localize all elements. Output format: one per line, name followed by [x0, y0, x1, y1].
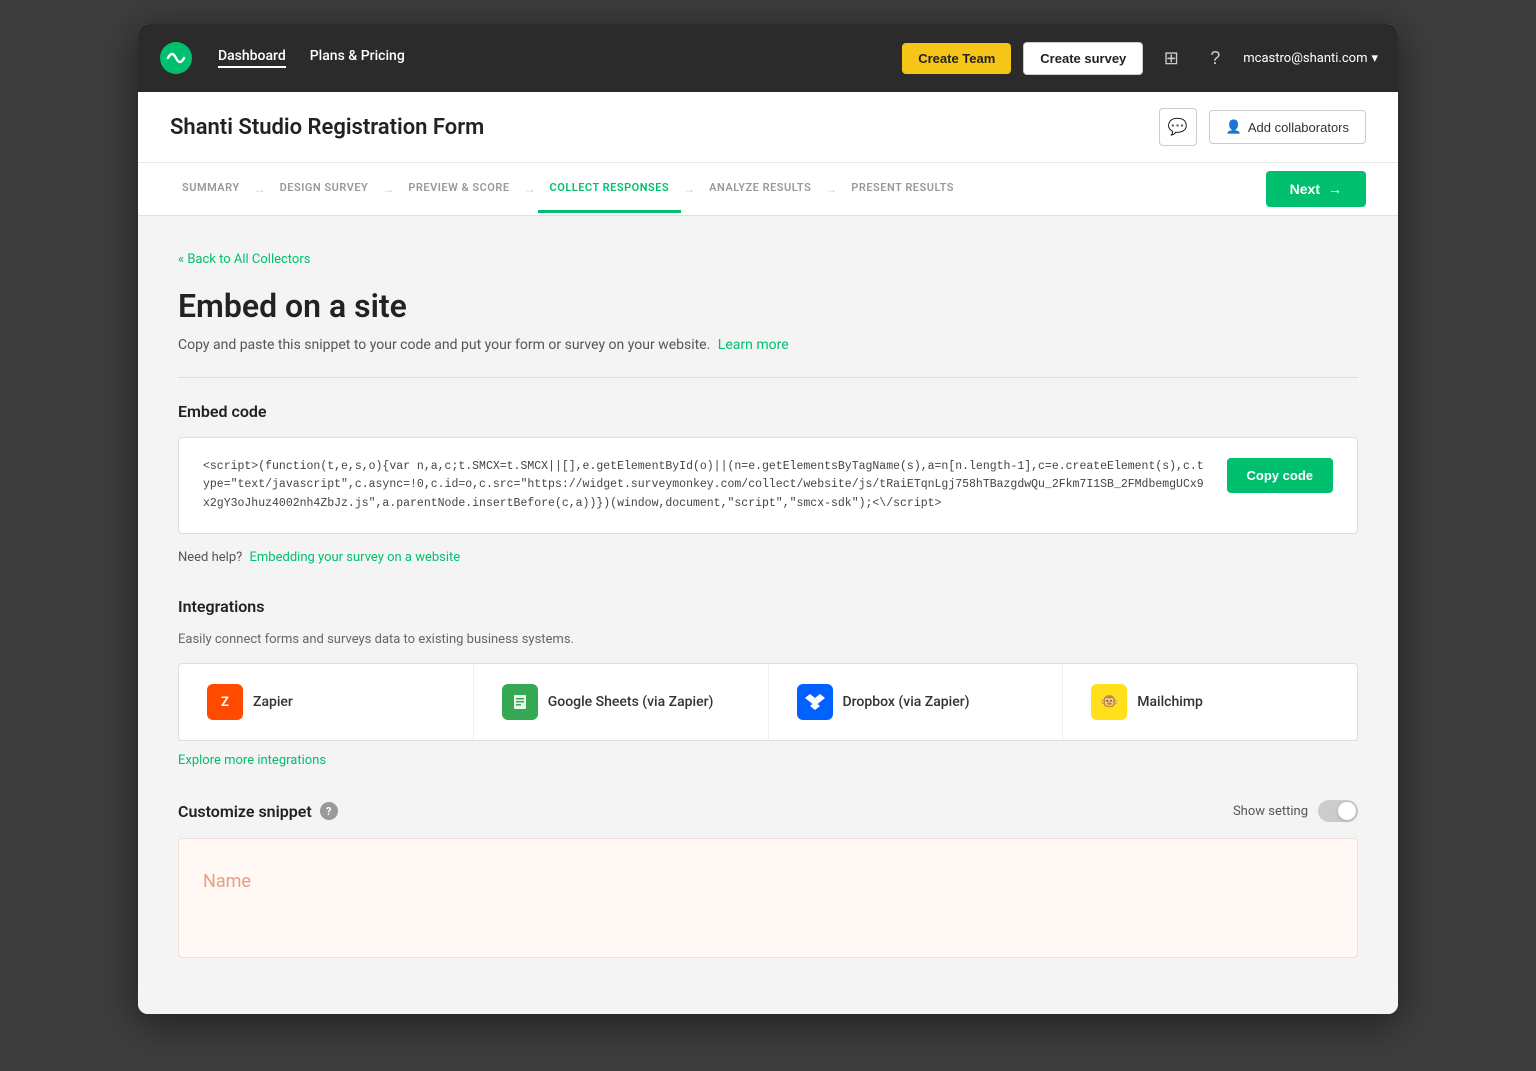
- help-icon-button[interactable]: ?: [1199, 42, 1231, 74]
- survey-header: Shanti Studio Registration Form 💬 👤 Add …: [138, 92, 1398, 163]
- customize-help-icon[interactable]: ?: [320, 802, 338, 820]
- grid-icon-button[interactable]: ⊞: [1155, 42, 1187, 74]
- show-setting-toggle[interactable]: [1318, 800, 1358, 822]
- user-email: mcastro@shanti.com: [1243, 51, 1367, 66]
- page-subtitle: Copy and paste this snippet to your code…: [178, 337, 1358, 353]
- copy-code-button[interactable]: Copy code: [1227, 458, 1333, 493]
- add-collaborators-label: Add collaborators: [1248, 120, 1349, 135]
- logo[interactable]: [158, 40, 194, 76]
- step-arrow-5: →: [825, 182, 837, 196]
- back-link[interactable]: « Back to All Collectors: [178, 252, 310, 267]
- gsheets-name: Google Sheets (via Zapier): [548, 694, 714, 710]
- step-arrow-2: →: [382, 182, 394, 196]
- show-setting-label: Show setting: [1233, 804, 1308, 819]
- embed-code-box: <script>(function(t,e,s,o){var n,a,c;t.S…: [178, 437, 1358, 534]
- embed-code-title: Embed code: [178, 402, 1358, 421]
- zapier-icon: Z: [207, 684, 243, 720]
- arrow-right-icon: →: [1328, 181, 1342, 197]
- explore-integrations-link[interactable]: Explore more integrations: [178, 753, 326, 768]
- need-help-text: Need help?: [178, 550, 242, 565]
- create-survey-button[interactable]: Create survey: [1023, 42, 1143, 75]
- nav-link-plans-pricing[interactable]: Plans & Pricing: [310, 48, 405, 68]
- integration-gsheets[interactable]: Google Sheets (via Zapier): [474, 664, 769, 740]
- customize-header: Customize snippet ? Show setting: [178, 800, 1358, 822]
- learn-more-link[interactable]: Learn more: [718, 337, 789, 353]
- step-collect-responses-label: COLLECT RESPONSES: [550, 181, 670, 194]
- integration-zapier[interactable]: Z Zapier: [179, 664, 474, 740]
- nav-link-dashboard[interactable]: Dashboard: [218, 48, 286, 68]
- embedding-help-link[interactable]: Embedding your survey on a website: [250, 550, 461, 565]
- integrations-section: Integrations Easily connect forms and su…: [178, 597, 1358, 768]
- toggle-knob: [1338, 802, 1356, 820]
- zapier-name: Zapier: [253, 694, 293, 710]
- step-collect-responses[interactable]: COLLECT RESPONSES: [538, 165, 682, 213]
- survey-title: Shanti Studio Registration Form: [170, 115, 484, 140]
- integration-mailchimp[interactable]: 🐵 Mailchimp: [1063, 664, 1357, 740]
- customize-title-row: Customize snippet ?: [178, 802, 338, 821]
- integrations-grid: Z Zapier Google Sheets (via Zapier): [178, 663, 1358, 741]
- step-design-survey[interactable]: DESIGN SURVEY: [268, 165, 381, 213]
- next-button[interactable]: Next →: [1266, 171, 1366, 207]
- step-design-survey-label: DESIGN SURVEY: [280, 181, 369, 194]
- add-collaborators-button[interactable]: 👤 Add collaborators: [1209, 110, 1366, 144]
- main-content: « Back to All Collectors Embed on a site…: [138, 216, 1398, 1014]
- show-setting-row: Show setting: [1233, 800, 1358, 822]
- step-summary-label: SUMMARY: [182, 181, 240, 194]
- top-navigation: Dashboard Plans & Pricing Create Team Cr…: [138, 24, 1398, 92]
- page-title: Embed on a site: [178, 287, 1358, 325]
- section-divider: [178, 377, 1358, 378]
- create-team-button[interactable]: Create Team: [902, 43, 1011, 74]
- comment-icon: 💬: [1168, 117, 1188, 137]
- step-navigation: SUMMARY → DESIGN SURVEY → PREVIEW & SCOR…: [138, 163, 1398, 216]
- integrations-subtitle: Easily connect forms and surveys data to…: [178, 632, 1358, 647]
- user-menu[interactable]: mcastro@shanti.com ▾: [1243, 51, 1378, 66]
- mailchimp-icon: 🐵: [1091, 684, 1127, 720]
- nav-links: Dashboard Plans & Pricing: [218, 48, 878, 68]
- nav-right: Create Team Create survey ⊞ ? mcastro@sh…: [902, 42, 1378, 75]
- step-arrow-1: →: [254, 182, 266, 196]
- embed-code-text: <script>(function(t,e,s,o){var n,a,c;t.S…: [203, 458, 1207, 513]
- customize-title: Customize snippet: [178, 802, 312, 821]
- dropbox-icon: [797, 684, 833, 720]
- step-present-results-label: PRESENT RESULTS: [851, 181, 954, 194]
- chevron-down-icon: ▾: [1371, 51, 1378, 66]
- header-actions: 💬 👤 Add collaborators: [1159, 108, 1366, 146]
- dropbox-name: Dropbox (via Zapier): [843, 694, 970, 710]
- next-button-label: Next: [1290, 181, 1320, 197]
- step-present-results[interactable]: PRESENT RESULTS: [839, 165, 966, 213]
- page-subtitle-text: Copy and paste this snippet to your code…: [178, 337, 710, 353]
- comment-button[interactable]: 💬: [1159, 108, 1197, 146]
- step-arrow-4: →: [683, 182, 695, 196]
- step-analyze-results-label: ANALYZE RESULTS: [709, 181, 811, 194]
- steps-list: SUMMARY → DESIGN SURVEY → PREVIEW & SCOR…: [170, 165, 966, 213]
- step-summary[interactable]: SUMMARY: [170, 165, 252, 213]
- person-icon: 👤: [1226, 119, 1242, 135]
- gsheets-icon: [502, 684, 538, 720]
- snippet-preview: Name: [178, 838, 1358, 958]
- step-preview-score[interactable]: PREVIEW & SCORE: [396, 165, 521, 213]
- step-arrow-3: →: [524, 182, 536, 196]
- integration-dropbox[interactable]: Dropbox (via Zapier): [769, 664, 1064, 740]
- help-text: Need help? Embedding your survey on a we…: [178, 550, 1358, 565]
- snippet-preview-field-name: Name: [203, 871, 1333, 892]
- step-preview-score-label: PREVIEW & SCORE: [408, 181, 509, 194]
- customize-snippet-section: Customize snippet ? Show setting Name: [178, 800, 1358, 958]
- integrations-title: Integrations: [178, 597, 1358, 616]
- mailchimp-name: Mailchimp: [1137, 694, 1203, 710]
- step-analyze-results[interactable]: ANALYZE RESULTS: [697, 165, 823, 213]
